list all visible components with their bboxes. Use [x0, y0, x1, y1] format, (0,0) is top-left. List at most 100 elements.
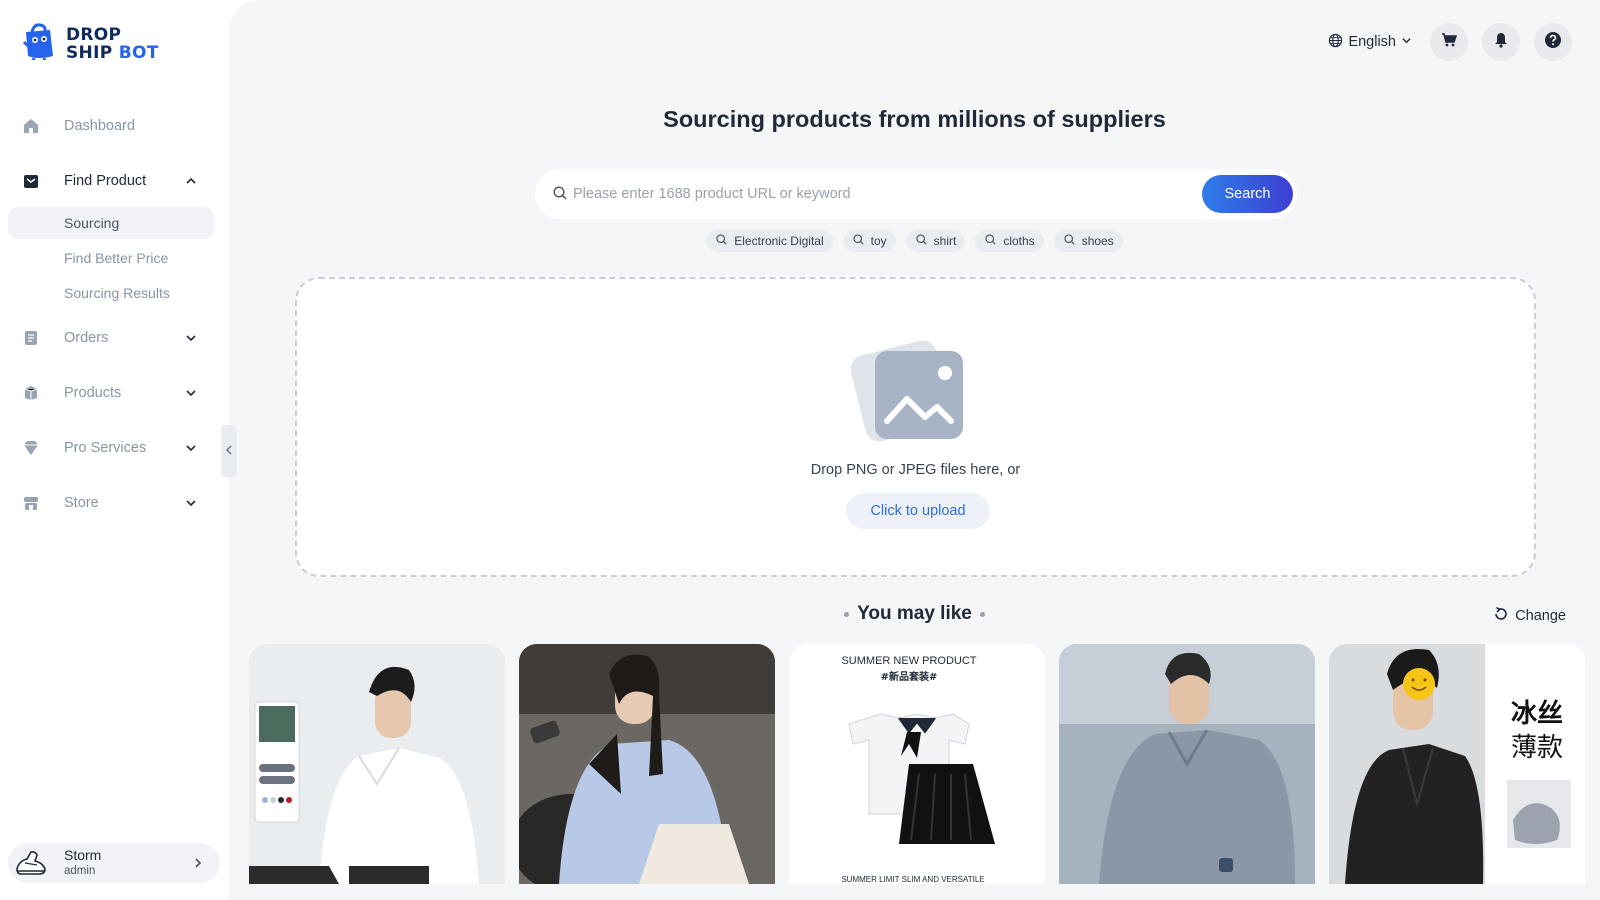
search-input[interactable] — [573, 181, 1173, 207]
store-icon — [22, 494, 40, 512]
user-profile-card[interactable]: Storm admin — [8, 843, 220, 883]
sidebar-item-find-product[interactable]: Find Product — [8, 165, 214, 197]
decor-dot — [979, 611, 985, 617]
avatar — [14, 847, 48, 879]
sidebar-item-orders[interactable]: Orders — [8, 322, 214, 354]
product-image — [519, 644, 775, 884]
notifications-button[interactable] — [1482, 23, 1520, 61]
bell-icon — [1494, 32, 1508, 53]
keyword-tag[interactable]: shirt — [905, 230, 966, 252]
chevron-down-icon — [184, 496, 198, 510]
sidebar-collapse-toggle[interactable] — [221, 425, 237, 477]
search-icon — [553, 186, 567, 205]
sidebar-item-label: Store — [64, 495, 99, 511]
keyword-tag-label: shoes — [1081, 234, 1114, 248]
search-button[interactable]: Search — [1202, 175, 1293, 213]
sidebar-item-pro-services[interactable]: Pro Services — [8, 432, 214, 464]
product-image: 冰丝 薄款 — [1329, 644, 1585, 884]
search-icon — [916, 234, 927, 248]
keyword-tag-label: Electronic Digital — [734, 234, 824, 248]
keyword-tag[interactable]: Electronic Digital — [706, 230, 833, 252]
language-label: English — [1348, 34, 1396, 50]
bag-mascot-icon — [22, 22, 56, 65]
product-heading: SUMMER NEW PRODUCT — [841, 655, 976, 667]
product-subheading: #新品套装# — [881, 670, 938, 683]
keyword-tag-label: toy — [870, 234, 887, 248]
products-icon — [22, 384, 40, 402]
refresh-icon — [1493, 606, 1509, 626]
keyword-tags: Electronic Digital toy shirt cloths shoe… — [229, 230, 1600, 252]
language-selector[interactable]: English — [1328, 33, 1412, 52]
chevron-down-icon — [184, 386, 198, 400]
product-card[interactable] — [1059, 644, 1315, 884]
recommend-title-text: You may like — [857, 603, 972, 624]
chevron-left-icon — [225, 442, 233, 460]
brand-name: DROP SHIP BOT — [66, 24, 159, 63]
search-bar: Search — [535, 169, 1297, 219]
chevron-right-icon — [192, 856, 204, 875]
product-image — [1059, 644, 1315, 884]
image-placeholder-icon — [850, 333, 967, 450]
keyword-tag-label: cloths — [1003, 234, 1035, 248]
sidebar-subitem-sourcing[interactable]: Sourcing — [8, 207, 214, 239]
sidebar-item-label: Products — [64, 385, 122, 401]
product-footer: SUMMER LIMIT SLIM AND VERSATILE — [841, 875, 984, 884]
help-button[interactable] — [1534, 23, 1572, 61]
sidebar: DROP SHIP BOT Dashboard Find Product Sou… — [0, 0, 228, 900]
sidebar-subitem-sourcing-results[interactable]: Sourcing Results — [8, 277, 214, 309]
recommend-title: You may like — [229, 603, 1600, 625]
main-content: English Sourcing products from millions … — [229, 0, 1600, 900]
sidebar-item-store[interactable]: Store — [8, 487, 214, 519]
find-product-icon — [22, 172, 40, 190]
sidebar-subitem-find-better-price[interactable]: Find Better Price — [8, 242, 214, 274]
sidebar-item-products[interactable]: Products — [8, 377, 214, 409]
keyword-tag-label: shirt — [933, 234, 957, 248]
image-dropzone[interactable]: Drop PNG or JPEG files here, or Click to… — [295, 277, 1536, 577]
product-image — [249, 644, 505, 884]
product-card[interactable] — [519, 644, 775, 884]
user-name: Storm — [64, 847, 102, 863]
sidebar-item-dashboard[interactable]: Dashboard — [8, 110, 214, 142]
cart-button[interactable] — [1430, 23, 1468, 61]
product-grid: SUMMER NEW PRODUCT #新品套装# SUMMER LIMIT S… — [249, 644, 1585, 884]
sidebar-subitem-label: Sourcing Results — [64, 285, 170, 301]
question-icon — [1544, 31, 1562, 54]
dropzone-text: Drop PNG or JPEG files here, or — [810, 462, 1021, 478]
sidebar-item-label: Find Product — [64, 173, 147, 189]
change-label: Change — [1515, 608, 1566, 624]
sidebar-item-label: Dashboard — [64, 118, 135, 134]
chevron-down-icon — [1401, 34, 1412, 50]
chevron-down-icon — [184, 331, 198, 345]
top-bar: English — [1328, 23, 1572, 61]
keyword-tag[interactable]: shoes — [1053, 230, 1123, 252]
product-side-text-1: 冰丝 — [1511, 699, 1563, 729]
sidebar-subitem-label: Sourcing — [64, 215, 120, 231]
sidebar-subitem-label: Find Better Price — [64, 250, 169, 266]
search-icon — [985, 234, 996, 248]
product-card[interactable]: SUMMER NEW PRODUCT #新品套装# SUMMER LIMIT S… — [789, 644, 1045, 884]
orders-icon — [22, 329, 40, 347]
sidebar-item-label: Pro Services — [64, 440, 147, 456]
search-icon — [852, 234, 864, 248]
sidebar-item-label: Orders — [64, 330, 109, 346]
upload-button[interactable]: Click to upload — [846, 493, 990, 529]
cart-icon — [1441, 32, 1458, 52]
product-card[interactable]: 冰丝 薄款 — [1329, 644, 1585, 884]
page-title: Sourcing products from millions of suppl… — [663, 106, 1166, 132]
diamond-icon — [22, 439, 40, 457]
change-recommendations-button[interactable]: Change — [1493, 606, 1566, 626]
decor-dot — [844, 611, 850, 617]
brand-logo[interactable]: DROP SHIP BOT — [22, 22, 159, 65]
product-card[interactable] — [249, 644, 505, 884]
product-side-text-2: 薄款 — [1511, 733, 1563, 763]
home-icon — [22, 117, 40, 135]
chevron-down-icon — [184, 441, 198, 455]
product-image: SUMMER NEW PRODUCT #新品套装# SUMMER LIMIT S… — [789, 644, 1045, 884]
user-role: admin — [64, 865, 96, 877]
chevron-up-icon — [184, 174, 198, 188]
search-icon — [716, 234, 727, 248]
search-icon — [1064, 234, 1075, 248]
globe-icon — [1328, 33, 1343, 52]
keyword-tag[interactable]: cloths — [975, 230, 1044, 252]
keyword-tag[interactable]: toy — [842, 230, 896, 252]
